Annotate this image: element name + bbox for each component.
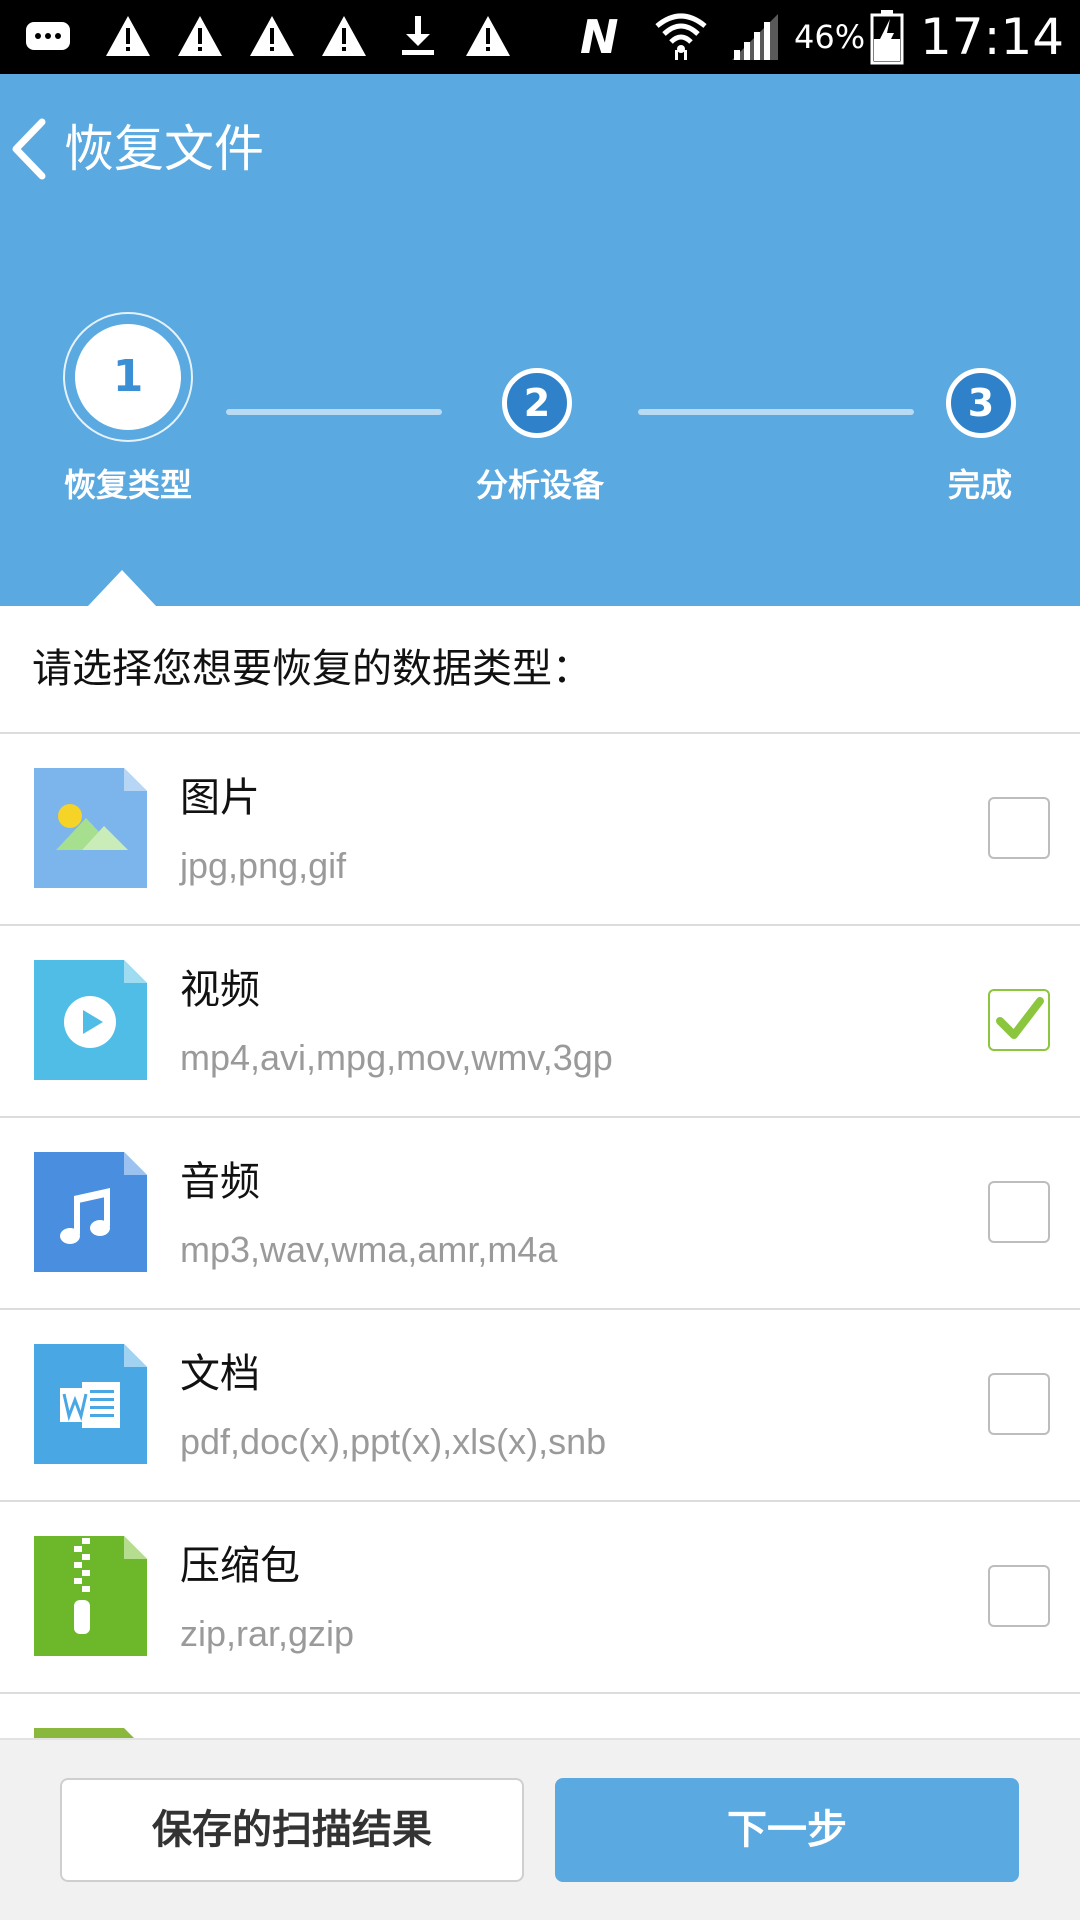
nfc-icon: N bbox=[580, 10, 619, 64]
images-checkbox[interactable] bbox=[988, 797, 1050, 859]
documents-checkbox[interactable] bbox=[988, 1373, 1050, 1435]
battery-icon bbox=[870, 10, 904, 65]
step-1-label: 恢复类型 bbox=[63, 466, 192, 504]
clock: 17:14 bbox=[920, 8, 1065, 66]
audio-file-icon bbox=[34, 1152, 147, 1272]
step-2-label: 分析设备 bbox=[475, 466, 604, 504]
step-connector bbox=[638, 409, 914, 415]
warning-icon bbox=[106, 16, 150, 56]
footer-bar: 保存的扫描结果 下一步 bbox=[0, 1738, 1080, 1920]
item-name: 文档 bbox=[180, 1351, 260, 1397]
item-name: 压缩包 bbox=[180, 1543, 300, 1589]
prompt-text: 请选择您想要恢复的数据类型： bbox=[32, 646, 592, 692]
list-item-video[interactable]: 视频 mp4,avi,mpg,mov,wmv,3gp bbox=[0, 924, 1080, 1116]
warning-icon bbox=[250, 16, 294, 56]
active-step-pointer bbox=[88, 570, 156, 606]
list-item-audio[interactable]: 音频 mp3,wav,wma,amr,m4a bbox=[0, 1116, 1080, 1308]
image-file-icon bbox=[34, 768, 147, 888]
warning-icon bbox=[178, 16, 222, 56]
warning-icon bbox=[322, 16, 366, 56]
step-3-circle: 3 bbox=[946, 368, 1016, 438]
item-extensions: mp3,wav,wma,amr,m4a bbox=[180, 1229, 558, 1270]
step-connector bbox=[226, 409, 442, 415]
list-item-images[interactable]: 图片 jpg,png,gif bbox=[0, 732, 1080, 924]
status-bar: N 46% 17:14 bbox=[0, 0, 1080, 74]
item-extensions: pdf,doc(x),ppt(x),xls(x),snb bbox=[180, 1421, 607, 1462]
video-file-icon bbox=[34, 960, 147, 1080]
app-screen: N 46% 17:14 恢复文件 1 2 3 恢复类型 分析设备 完成 请选择您… bbox=[0, 0, 1080, 1920]
archive-file-icon bbox=[34, 1536, 147, 1656]
video-checkbox[interactable] bbox=[988, 989, 1050, 1051]
step-1-circle: 1 bbox=[75, 324, 181, 430]
item-name: 图片 bbox=[180, 775, 260, 821]
header: 恢复文件 1 2 3 恢复类型 分析设备 完成 bbox=[0, 74, 1080, 606]
step-3-label: 完成 bbox=[947, 466, 1012, 504]
archives-checkbox[interactable] bbox=[988, 1565, 1050, 1627]
stepper: 1 2 3 恢复类型 分析设备 完成 bbox=[0, 74, 1080, 606]
saved-scan-results-button[interactable]: 保存的扫描结果 bbox=[60, 1778, 524, 1882]
item-name: 视频 bbox=[180, 967, 260, 1013]
item-extensions: zip,rar,gzip bbox=[180, 1613, 355, 1654]
warning-icon bbox=[466, 16, 510, 56]
list-item-archives[interactable]: 压缩包 zip,rar,gzip bbox=[0, 1500, 1080, 1692]
step-2-circle: 2 bbox=[502, 368, 572, 438]
wifi-icon bbox=[655, 13, 707, 60]
battery-percent: 46% bbox=[794, 18, 866, 56]
signal-icon bbox=[732, 14, 778, 60]
download-icon bbox=[402, 16, 434, 55]
audio-checkbox[interactable] bbox=[988, 1181, 1050, 1243]
message-icon bbox=[26, 22, 70, 50]
next-step-button[interactable]: 下一步 bbox=[555, 1778, 1019, 1882]
data-type-list: 图片 jpg,png,gif 视频 mp4,avi,mpg,mov,wmv,3g… bbox=[0, 732, 1080, 1884]
list-item-documents[interactable]: 文档 pdf,doc(x),ppt(x),xls(x),snb bbox=[0, 1308, 1080, 1500]
item-extensions: mp4,avi,mpg,mov,wmv,3gp bbox=[180, 1037, 613, 1078]
checkmark-icon bbox=[996, 997, 1044, 1039]
item-name: 音频 bbox=[180, 1159, 260, 1205]
item-extensions: jpg,png,gif bbox=[180, 845, 347, 886]
document-file-icon bbox=[34, 1344, 147, 1464]
